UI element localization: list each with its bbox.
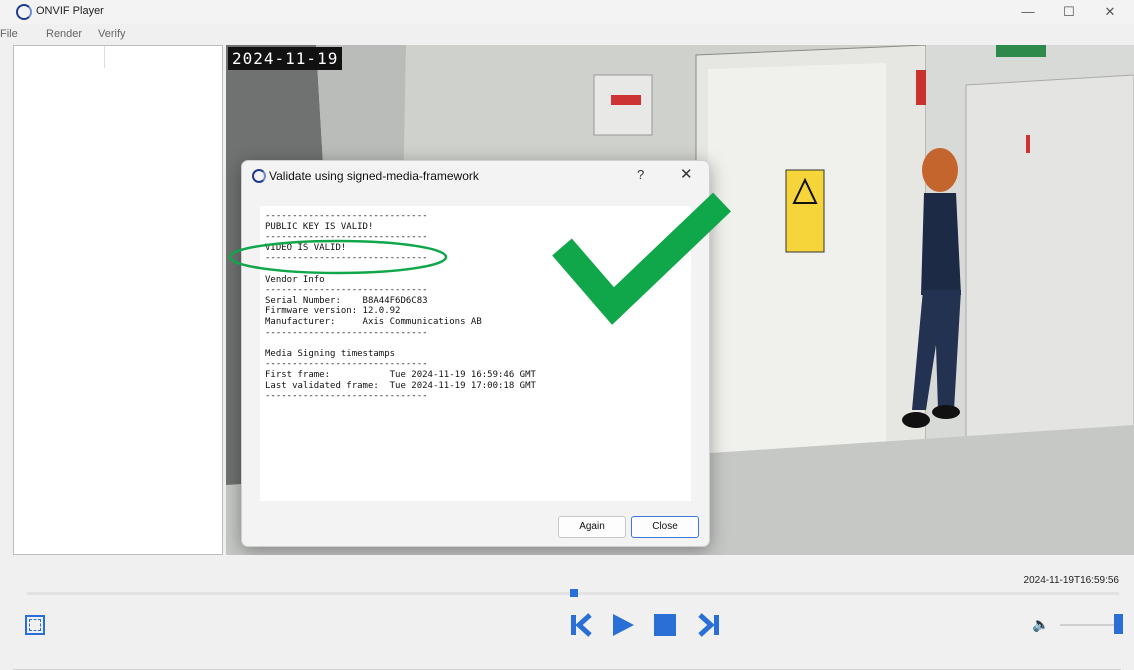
dialog-help-button[interactable]: ? [637,167,644,182]
menu-file[interactable]: File [0,28,18,40]
close-button[interactable]: Close [631,516,699,538]
close-window-button[interactable]: ✕ [1093,2,1127,22]
playback-time-label: 2024-11-19T16:59:56 [1023,575,1119,586]
minimize-button[interactable]: — [1011,2,1045,22]
app-logo-icon [16,4,32,20]
menu-render[interactable]: Render [46,28,82,40]
skip-back-icon[interactable] [568,612,596,638]
seek-thumb[interactable] [570,589,578,597]
stop-icon[interactable] [652,612,678,638]
fullscreen-icon[interactable] [25,615,45,635]
volume-slider[interactable] [1060,624,1118,626]
title-bar: ONVIF Player — ☐ ✕ [0,0,1134,24]
validation-report-area[interactable]: ------------------------------ PUBLIC KE… [260,206,691,501]
skip-forward-icon[interactable] [695,612,723,638]
menu-verify[interactable]: Verify [98,28,126,40]
seek-bar[interactable] [27,589,1119,597]
dialog-close-icon[interactable]: ✕ [680,165,693,183]
play-icon[interactable] [610,612,636,638]
video-timestamp-overlay: 2024-11-19 [228,47,343,70]
maximize-button[interactable]: ☐ [1052,2,1086,22]
panel-divider [104,46,105,68]
file-list-panel[interactable] [13,45,223,555]
volume-icon[interactable]: 🔈 [1032,616,1049,633]
again-button[interactable]: Again [558,516,626,538]
volume-knob[interactable] [1114,614,1123,634]
validation-dialog: Validate using signed-media-framework ? … [241,160,710,547]
dialog-logo-icon [252,169,266,183]
window-title: ONVIF Player [36,5,104,17]
playback-controls: 2024-11-19T16:59:56 🔈 [0,555,1134,670]
dialog-title: Validate using signed-media-framework [269,169,479,183]
validation-report: ------------------------------ PUBLIC KE… [265,211,536,402]
